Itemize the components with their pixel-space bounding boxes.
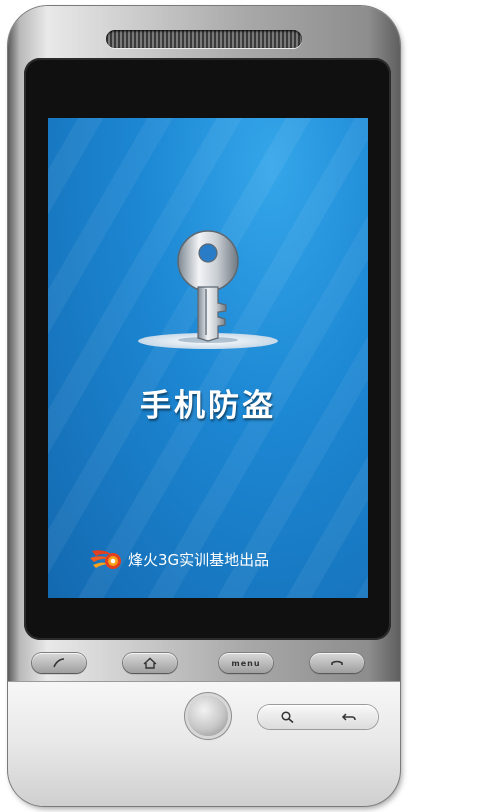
app-title: 手机防盗 <box>140 388 276 424</box>
credit-text: 烽火3G实训基地出品 <box>128 550 270 569</box>
home-icon <box>143 657 157 669</box>
menu-label: menu <box>231 658 261 668</box>
fenghuo-logo-icon <box>90 550 121 569</box>
back-icon <box>341 713 356 721</box>
earpiece-speaker <box>106 30 302 48</box>
search-icon <box>281 711 294 724</box>
back-button[interactable] <box>336 708 362 726</box>
home-button[interactable] <box>123 653 177 673</box>
trackball[interactable] <box>188 696 228 736</box>
search-back-bar <box>258 705 378 729</box>
end-call-button[interactable] <box>310 653 364 673</box>
call-button[interactable] <box>32 653 86 673</box>
end-call-icon <box>331 660 343 665</box>
splash-screen[interactable]: 手机防盗 烽火3G实训基地出品 <box>48 118 368 598</box>
phone-device: 手机防盗 烽火3G实训基地出品 menu <box>8 6 400 806</box>
key-icon <box>138 230 278 349</box>
call-icon <box>53 658 65 668</box>
screen-bezel: 手机防盗 烽火3G实训基地出品 <box>24 58 391 640</box>
credit-line: 烽火3G实训基地出品 <box>90 544 269 574</box>
search-button[interactable] <box>275 708 301 726</box>
menu-button[interactable]: menu <box>219 653 273 673</box>
